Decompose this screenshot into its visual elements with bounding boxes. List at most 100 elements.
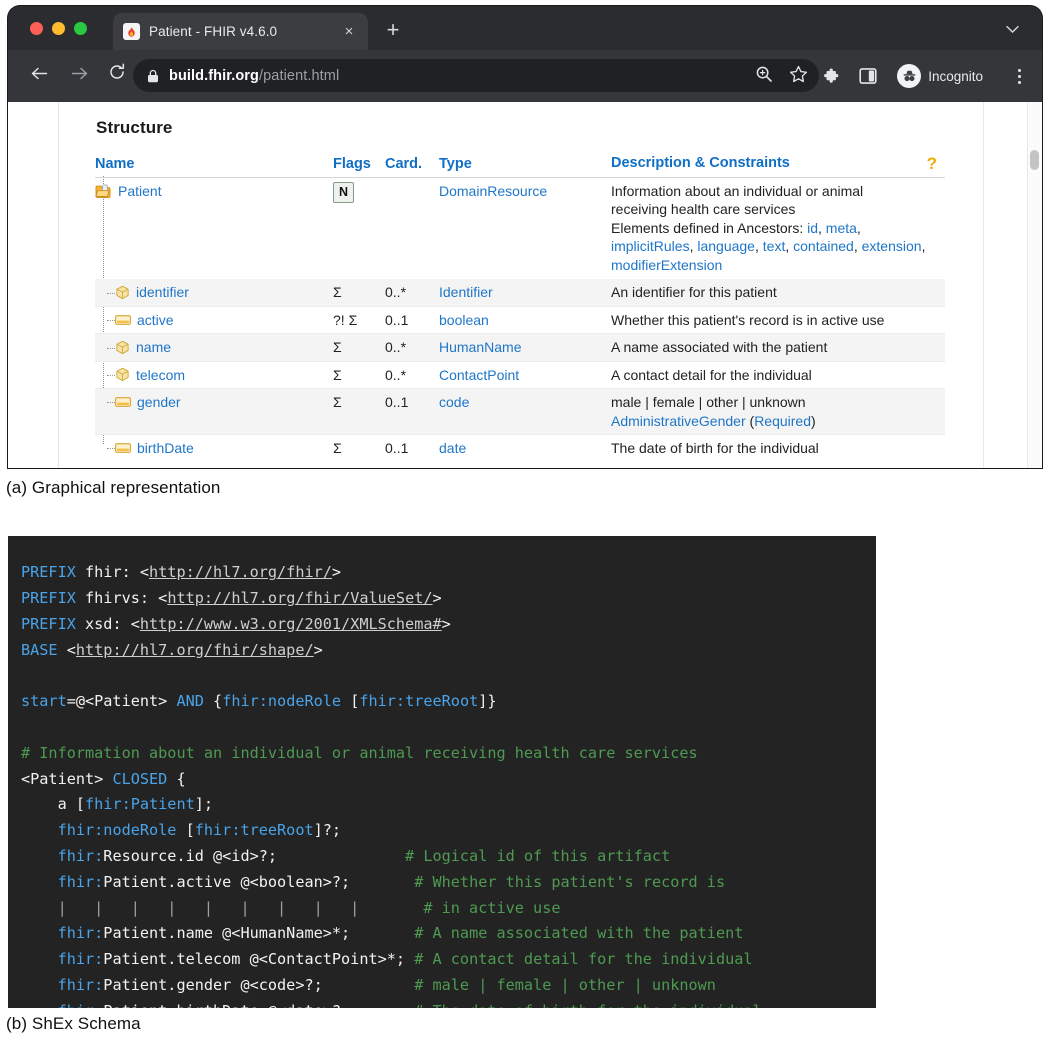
new-tab-button[interactable]: + (380, 18, 406, 44)
zoom-search-icon[interactable] (755, 65, 775, 85)
maximize-window-button[interactable] (74, 22, 87, 35)
ancestor-link-meta[interactable]: meta (826, 220, 857, 236)
reload-button[interactable] (104, 63, 130, 89)
table-row[interactable]: birthDate Σ 0..1 date The date of birth … (95, 435, 945, 462)
figure-b-caption: (b) ShEx Schema (6, 1014, 141, 1033)
help-icon[interactable]: ? (927, 155, 937, 172)
description-line-2: receiving health care services (611, 201, 796, 218)
row-name-link[interactable]: identifier (136, 283, 189, 301)
row-name-link[interactable]: name (136, 338, 171, 356)
row-type-cell: boolean (439, 307, 611, 334)
row-type-link[interactable]: code (439, 394, 469, 410)
table-row[interactable]: gender Σ 0..1 code male | female | other… (95, 389, 945, 436)
column-header-description[interactable]: ? Description & Constraints (611, 152, 945, 178)
binding-strength-link[interactable]: Required (754, 413, 811, 429)
row-name-link[interactable]: Patient (118, 182, 162, 200)
side-panel-icon[interactable] (858, 66, 878, 86)
window-traffic-lights[interactable] (30, 22, 87, 35)
puzzle-icon[interactable] (821, 66, 841, 86)
ancestor-link-implicitrules[interactable]: implicitRules (611, 238, 690, 254)
column-header-name[interactable]: Name (95, 152, 333, 178)
table-row[interactable]: identifier Σ 0..* Identifier An identifi… (95, 279, 945, 307)
column-header-type[interactable]: Type (439, 152, 611, 178)
row-flags-cell: N (333, 178, 385, 280)
row-flags-cell: ?! Σ (333, 307, 385, 334)
table-row[interactable]: name Σ 0..* HumanName A name associated … (95, 334, 945, 362)
row-description-cell: male | female | other | unknown Administ… (611, 389, 945, 436)
row-type-link[interactable]: Identifier (439, 284, 493, 300)
lock-icon (147, 69, 159, 83)
datatype-cube-icon (115, 367, 130, 382)
browser-tab-title: Patient - FHIR v4.6.0 (149, 24, 278, 39)
row-name-link[interactable]: telecom (136, 366, 185, 384)
table-row[interactable]: Patient N DomainResource Information abo… (95, 178, 945, 280)
row-card-cell: 0..1 (385, 440, 409, 457)
ancestor-link-text[interactable]: text (763, 238, 786, 254)
back-button[interactable] (26, 63, 52, 89)
row-type-cell: DomainResource (439, 178, 611, 280)
row-card-cell: 0..* (385, 334, 439, 362)
row-name-cell: Patient (95, 178, 333, 280)
page-content: Structure Name Flags Card. Type ? Descri… (59, 102, 983, 468)
tree-branch-icon (107, 395, 115, 409)
row-type-cell: Identifier (439, 279, 611, 307)
browser-tab-active[interactable]: Patient - FHIR v4.6.0 × (113, 13, 368, 50)
tree-branch-icon (107, 313, 115, 327)
description-text: male | female | other | unknown (611, 394, 806, 411)
ancestors-prefix: Elements defined in Ancestors: (611, 219, 808, 236)
row-name-link[interactable]: active (137, 311, 174, 329)
close-icon[interactable]: × (340, 24, 358, 39)
row-type-link[interactable]: ContactPoint (439, 367, 519, 383)
figure-a-caption: (a) Graphical representation (6, 478, 221, 497)
binding-open-paren: ( (745, 412, 755, 429)
star-icon[interactable] (789, 65, 809, 85)
ancestor-link-language[interactable]: language (697, 238, 755, 254)
row-flags-cell: Σ (333, 362, 385, 389)
row-flags-cell: Σ (333, 279, 385, 307)
row-type-link[interactable]: HumanName (439, 339, 521, 355)
binding-close-paren: ) (811, 412, 816, 429)
row-description-cell: Whether this patient's record is in acti… (611, 307, 945, 334)
url-path: /patient.html (259, 67, 340, 84)
figure-graphical-representation: Patient - FHIR v4.6.0 × + build.fhir.org… (0, 0, 1050, 470)
row-type-cell: ContactPoint (439, 362, 611, 389)
table-header-row: Name Flags Card. Type ? Description & Co… (95, 152, 945, 178)
ancestor-link-extension[interactable]: extension (862, 238, 922, 254)
row-name-cell: gender (95, 389, 333, 436)
table-row[interactable]: active ?! Σ 0..1 boolean Whether this pa… (95, 307, 945, 334)
row-type-cell: HumanName (439, 334, 611, 362)
table-row[interactable]: telecom Σ 0..* ContactPoint A contact de… (95, 362, 945, 389)
row-card-cell: 0..1 (385, 307, 439, 334)
row-type-link[interactable]: date (439, 440, 466, 456)
binding-link[interactable]: AdministrativeGender (611, 413, 746, 429)
column-header-flags[interactable]: Flags (333, 152, 385, 178)
tree-branch-icon (107, 341, 115, 355)
page-scrollbar-thumb[interactable] (1030, 150, 1039, 170)
row-type-link[interactable]: boolean (439, 312, 489, 328)
tree-branch-icon (107, 368, 115, 382)
ancestor-link-modifierextension[interactable]: modifierExtension (611, 257, 722, 273)
tree-branch-icon (107, 441, 115, 455)
forward-button[interactable] (66, 63, 92, 89)
row-description-cell: The date of birth for the individual (611, 440, 819, 457)
profile-incognito-button[interactable]: Incognito (895, 63, 993, 89)
ancestor-link-contained[interactable]: contained (793, 238, 854, 254)
row-type-link[interactable]: DomainResource (439, 183, 547, 199)
tree-branch-icon (107, 286, 115, 300)
row-card-cell: 0..* (385, 362, 439, 389)
kebab-menu-icon[interactable] (1010, 66, 1028, 86)
minimize-window-button[interactable] (52, 22, 65, 35)
chevron-down-icon[interactable] (1002, 19, 1022, 39)
column-header-card[interactable]: Card. (385, 152, 439, 178)
browser-action-icons: Incognito (821, 63, 1028, 89)
browser-tab-strip: Patient - FHIR v4.6.0 × + (8, 6, 1042, 50)
ancestor-link-id[interactable]: id (807, 220, 818, 236)
address-bar-url: build.fhir.org/patient.html (169, 68, 339, 84)
description-line-1: Information about an individual or anima… (611, 183, 864, 199)
row-name-link[interactable]: gender (137, 393, 181, 411)
page-right-divider (983, 102, 984, 468)
address-bar[interactable]: build.fhir.org/patient.html (133, 59, 819, 92)
row-type-cell: date (439, 435, 611, 462)
close-window-button[interactable] (30, 22, 43, 35)
row-name-link[interactable]: birthDate (137, 439, 194, 457)
